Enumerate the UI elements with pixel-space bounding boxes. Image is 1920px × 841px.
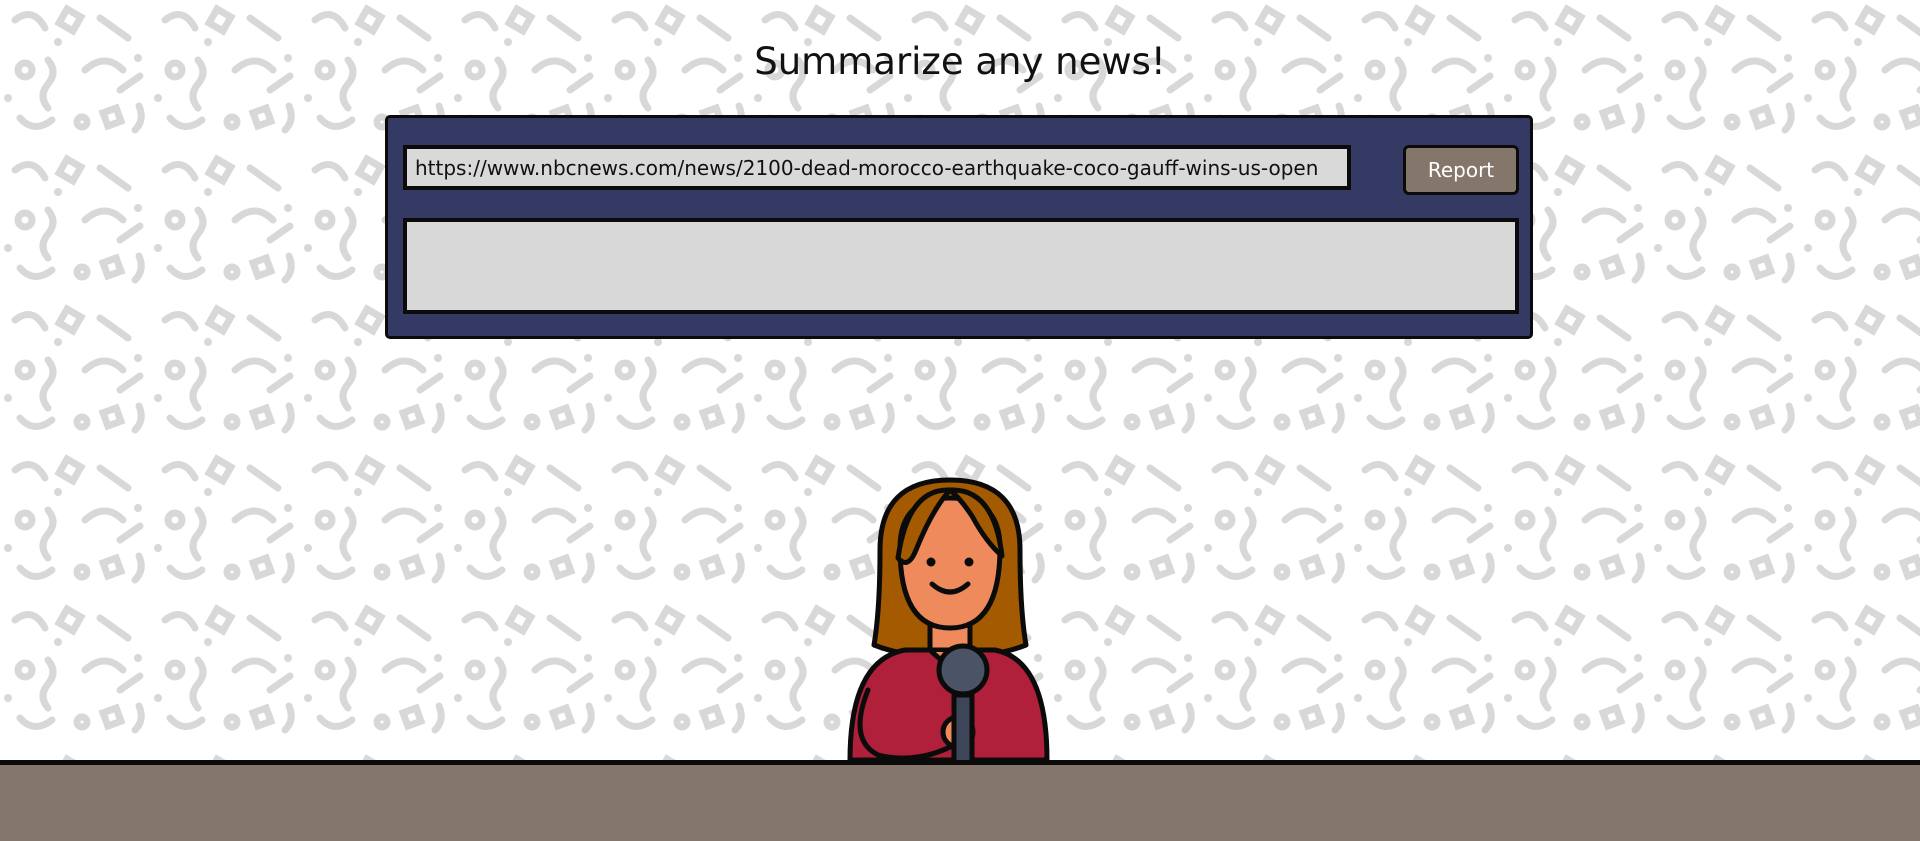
url-input[interactable] [403, 145, 1351, 190]
report-button[interactable]: Report [1403, 145, 1519, 195]
page-title: Summarize any news! [754, 40, 1166, 83]
summarizer-panel: Report [385, 115, 1533, 339]
summary-output [403, 218, 1519, 314]
news-reporter-illustration [847, 477, 1050, 770]
news-desk [0, 760, 1920, 841]
